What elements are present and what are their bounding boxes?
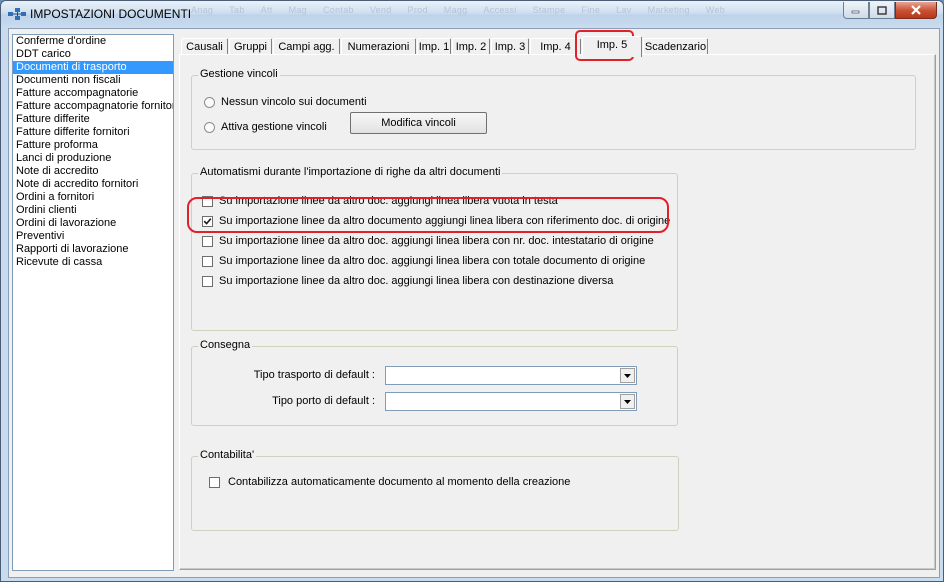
tipo-porto-dropdown-button[interactable] <box>620 394 635 409</box>
list-item-document-type[interactable]: Lanci di produzione <box>13 152 173 165</box>
label-tipo-porto: Tipo porto di default : <box>272 395 375 407</box>
chevron-down-icon <box>624 373 631 378</box>
radio-attiva-vincoli[interactable] <box>204 122 215 133</box>
tab-imp-1[interactable]: Imp. 1 <box>417 38 451 55</box>
list-item-document-type[interactable]: Note di accredito <box>13 165 173 178</box>
background-menu-item: Att <box>260 5 273 15</box>
checkbox-contabilizza[interactable] <box>209 477 220 488</box>
close-icon <box>911 5 921 15</box>
client-area: Conferme d'ordine DDT carico Documenti di … <box>8 28 940 578</box>
group-title-consegna: Consegna <box>198 339 253 351</box>
label-attiva-vincoli[interactable]: Attiva gestione vincoli <box>221 121 327 133</box>
tab-scadenzario[interactable]: Scadenzario <box>643 38 708 55</box>
list-item-document-type[interactable]: Fatture differite <box>13 113 173 126</box>
window-controls <box>843 2 937 20</box>
background-menu-item: Fine <box>581 5 601 15</box>
list-item-document-type[interactable]: Note di accredito fornitori <box>13 178 173 191</box>
background-menu-item: Magg <box>443 5 468 15</box>
group-title-gestione-vincoli: Gestione vincoli <box>198 68 280 80</box>
background-menu-item: Contab <box>322 5 354 15</box>
checkbox-automatismo-4[interactable] <box>202 256 213 267</box>
tab-numerazioni[interactable]: Numerazioni <box>341 38 416 55</box>
tab-panel-imp5: Gestione vincoli Nessun vincolo sui docu… <box>179 54 936 570</box>
label-nessun-vincolo[interactable]: Nessun vincolo sui documenti <box>221 96 367 108</box>
list-item-document-type[interactable]: Fatture differite fornitori <box>13 126 173 139</box>
background-menu-item: Tab <box>229 5 245 15</box>
background-menu-item: Prod <box>407 5 428 15</box>
group-consegna: Consegna Tipo trasporto di default : Tip… <box>191 339 678 426</box>
title-bar[interactable]: IMPOSTAZIONI DOCUMENTI Anag Tab Att Mag Cont… <box>1 1 943 27</box>
tab-causali[interactable]: Causali <box>181 38 228 55</box>
settings-window: IMPOSTAZIONI DOCUMENTI Anag Tab Att Mag Cont… <box>0 0 944 582</box>
document-type-list[interactable]: Conferme d'ordine DDT carico Documenti di … <box>12 34 174 571</box>
list-item-document-type[interactable]: Ordini di lavorazione <box>13 217 173 230</box>
list-item-document-type[interactable]: Ordini clienti <box>13 204 173 217</box>
group-contabilita: Contabilita' Contabilizza automaticament… <box>191 449 679 531</box>
background-menu-item: Mag <box>288 5 307 15</box>
background-menu-item: Accessi <box>483 5 517 15</box>
list-item-document-type[interactable]: Documenti non fiscali <box>13 74 173 87</box>
background-menu-item: Stampe <box>532 5 566 15</box>
tab-imp-2[interactable]: Imp. 2 <box>452 38 490 55</box>
maximize-button[interactable] <box>869 2 895 19</box>
list-item-document-type[interactable]: Preventivi <box>13 230 173 243</box>
background-menu-item: Vend <box>369 5 392 15</box>
tab-imp-3[interactable]: Imp. 3 <box>491 38 529 55</box>
background-menu: Anag Tab Att Mag Contab Vend Prod Magg Accessi St… <box>191 5 741 15</box>
background-menu-item: Marketing <box>647 5 690 15</box>
tipo-porto-select[interactable] <box>385 392 637 411</box>
list-item-document-type[interactable]: Fatture accompagnatorie fornitori <box>13 100 173 113</box>
checkbox-automatismo-5[interactable] <box>202 276 213 287</box>
list-item-document-type[interactable]: Ricevute di cassa <box>13 256 173 269</box>
chevron-down-icon <box>624 399 631 404</box>
group-gestione-vincoli: Gestione vincoli Nessun vincolo sui docu… <box>191 68 916 150</box>
minimize-button[interactable] <box>843 2 869 19</box>
list-item-document-type[interactable]: Fatture accompagnatorie <box>13 87 173 100</box>
window-title: IMPOSTAZIONI DOCUMENTI <box>30 7 192 21</box>
tipo-trasporto-select[interactable] <box>385 366 637 385</box>
label-automatismo-5[interactable]: Su importazione linee da altro doc. aggi… <box>219 275 613 287</box>
label-automatismo-3[interactable]: Su importazione linee da altro doc. aggi… <box>219 235 654 247</box>
tab-imp-5[interactable]: Imp. 5 <box>582 36 642 57</box>
background-menu-item: Web <box>705 5 726 15</box>
tipo-trasporto-dropdown-button[interactable] <box>620 368 635 383</box>
group-title-automatismi: Automatismi durante l'importazione di ri… <box>198 166 503 178</box>
highlight-option-riferimento <box>187 197 669 233</box>
tab-campi-agg[interactable]: Campi agg. <box>273 38 340 55</box>
list-item-document-type[interactable]: DDT carico <box>13 48 173 61</box>
checkbox-automatismo-3[interactable] <box>202 236 213 247</box>
radio-nessun-vincolo[interactable] <box>204 97 215 108</box>
tab-gruppi[interactable]: Gruppi <box>229 38 272 55</box>
label-contabilizza[interactable]: Contabilizza automaticamente documento a… <box>228 476 570 488</box>
list-item-document-type[interactable]: Ordini a fornitori <box>13 191 173 204</box>
tab-imp-4[interactable]: Imp. 4 <box>530 38 581 55</box>
minimize-icon <box>851 10 860 14</box>
background-menu-item: Lav <box>616 5 632 15</box>
label-tipo-trasporto: Tipo trasporto di default : <box>253 369 375 381</box>
list-item-document-type[interactable]: Rapporti di lavorazione <box>13 243 173 256</box>
group-title-contabilita: Contabilita' <box>198 449 257 461</box>
list-item-document-type[interactable]: Fatture proforma <box>13 139 173 152</box>
maximize-icon <box>877 5 887 15</box>
modifica-vincoli-button[interactable]: Modifica vincoli <box>350 112 487 134</box>
app-network-icon <box>8 8 26 20</box>
list-item-document-type[interactable]: Conferme d'ordine <box>13 35 173 48</box>
close-button[interactable] <box>895 2 937 19</box>
label-automatismo-4[interactable]: Su importazione linee da altro doc. aggi… <box>219 255 645 267</box>
background-menu-item: Anag <box>191 5 214 15</box>
list-item-document-type[interactable]: Documenti di trasporto <box>13 61 173 74</box>
